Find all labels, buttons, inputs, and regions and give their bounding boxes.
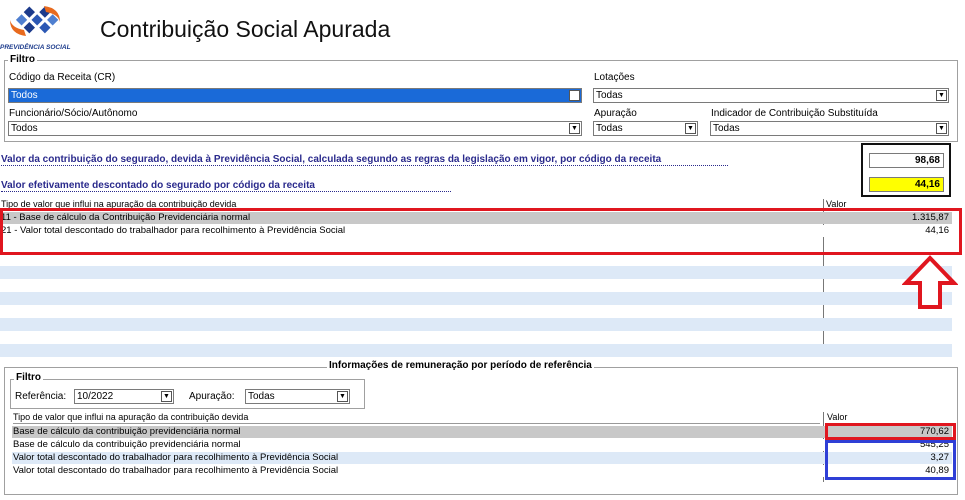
lotacoes-label: Lotações: [594, 72, 635, 83]
funcionario-value: Todos: [11, 123, 38, 134]
logo-text: PREVIDÊNCIA SOCIAL: [0, 44, 71, 51]
periodo-filtro-legend: Filtro: [14, 372, 43, 383]
lotacoes-select[interactable]: Todas ▼: [593, 88, 949, 103]
chevron-down-icon[interactable]: ▼: [337, 391, 348, 402]
red-highlight-box: [0, 208, 962, 255]
chevron-down-icon[interactable]: ▼: [569, 123, 580, 134]
empty-row: [0, 266, 952, 279]
apuracao-select[interactable]: Todas ▼: [593, 121, 698, 136]
indicador-label: Indicador de Contribuição Substituída: [711, 108, 878, 119]
periodo-apuracao-value: Todas: [248, 391, 275, 402]
contribuicao-value: 98,68: [869, 153, 944, 168]
funcionario-select[interactable]: Todos ▼: [8, 121, 582, 136]
indicador-value: Todas: [713, 123, 740, 134]
chevron-down-icon[interactable]: ▼: [936, 123, 947, 134]
blue-value-highlight-box: [825, 440, 956, 480]
previdencia-logo: [0, 0, 90, 50]
filtro-legend: Filtro: [8, 54, 37, 65]
descontado-value: 44,16: [869, 177, 944, 192]
codigo-receita-value: Todos: [11, 90, 38, 101]
periodo-legend: Informações de remuneração por período d…: [327, 360, 594, 371]
codigo-receita-select[interactable]: Todos ▼: [8, 88, 582, 103]
descontado-label: Valor efetivamente descontado do segurad…: [1, 180, 451, 192]
referencia-value: 10/2022: [77, 391, 114, 402]
chevron-down-icon[interactable]: ▼: [936, 90, 947, 101]
contribuicao-label: Valor da contribuição do segurado, devid…: [1, 154, 728, 166]
row-tipo: Valor total descontado do trabalhador pa…: [13, 452, 339, 463]
empty-row: [0, 318, 952, 331]
periodo-apuracao-select[interactable]: Todas ▼: [245, 389, 350, 404]
empty-row: [0, 344, 952, 357]
row-tipo: Valor total descontado do trabalhador pa…: [13, 465, 339, 476]
empty-row: [0, 292, 952, 305]
up-arrow-icon: [901, 255, 959, 311]
chevron-down-icon[interactable]: ▼: [161, 391, 172, 402]
lotacoes-value: Todas: [596, 90, 623, 101]
table-row[interactable]: Base de cálculo da contribuição previden…: [12, 426, 952, 438]
funcionario-label: Funcionário/Sócio/Autônomo: [9, 108, 138, 119]
apuracao-label: Apuração: [594, 108, 637, 119]
table-row[interactable]: Base de cálculo da contribuição previden…: [12, 439, 952, 451]
codigo-receita-label: Código da Receita (CR): [9, 72, 116, 83]
indicador-select[interactable]: Todas ▼: [710, 121, 949, 136]
referencia-label: Referência:: [15, 391, 67, 402]
chevron-down-icon[interactable]: ▼: [685, 123, 696, 134]
red-value-highlight-box: [825, 423, 956, 440]
page-title: Contribuição Social Apurada: [100, 16, 391, 42]
referencia-select[interactable]: 10/2022 ▼: [74, 389, 174, 404]
table-row[interactable]: Valor total descontado do trabalhador pa…: [12, 452, 952, 464]
table2-header-tipo: Tipo de valor que influi na apuração da …: [13, 412, 820, 424]
row-tipo: Base de cálculo da contribuição previden…: [13, 426, 241, 437]
periodo-apuracao-label: Apuração:: [189, 391, 235, 402]
row-tipo: Base de cálculo da contribuição previden…: [13, 439, 241, 450]
chevron-down-icon[interactable]: ▼: [569, 90, 580, 101]
table-row[interactable]: Valor total descontado do trabalhador pa…: [12, 465, 952, 477]
apuracao-value: Todas: [596, 123, 623, 134]
